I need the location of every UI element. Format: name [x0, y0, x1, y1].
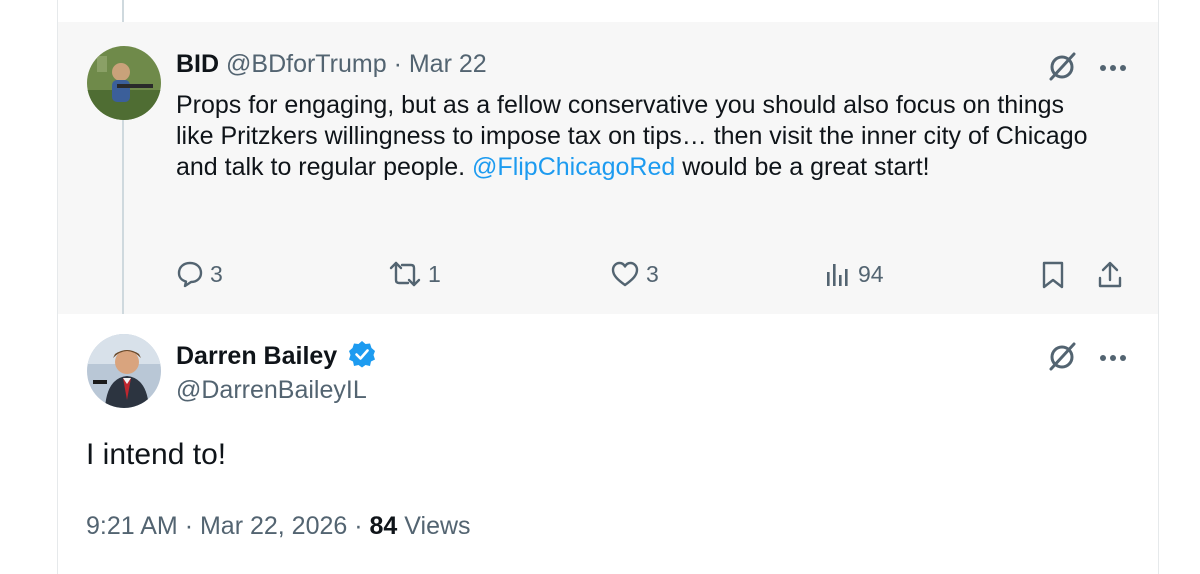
tweet-text: I intend to!	[86, 438, 227, 471]
display-name[interactable]: BID	[176, 50, 219, 78]
bookmark-button[interactable]	[1040, 260, 1066, 295]
avatar[interactable]	[87, 46, 161, 120]
reply-tweet[interactable]: BID @BDforTrump · Mar 22 Props for engag…	[58, 22, 1158, 314]
repost-count: 1	[428, 260, 441, 287]
reply-header: BID @BDforTrump · Mar 22	[176, 50, 487, 79]
views-count: 94	[858, 260, 884, 287]
heart-icon	[611, 261, 639, 287]
timeline-right-border	[1158, 0, 1159, 574]
like-button[interactable]: 3	[610, 260, 659, 288]
separator: ·	[393, 50, 402, 78]
post-date[interactable]: Mar 22, 2026	[200, 512, 347, 540]
separator: ·	[184, 512, 194, 540]
views-label: Views	[404, 512, 471, 540]
main-tweet[interactable]: Darren Bailey @DarrenBaileyIL I intend t…	[58, 314, 1158, 574]
more-dots-icon[interactable]	[1098, 350, 1128, 368]
reply-count: 3	[210, 260, 223, 287]
post-date[interactable]: Mar 22	[409, 50, 487, 78]
avatar[interactable]	[87, 334, 161, 408]
main-header: Darren Bailey	[176, 340, 376, 375]
handle[interactable]: @BDforTrump	[226, 50, 387, 78]
share-upload-icon	[1098, 261, 1122, 288]
mention-link[interactable]: @FlipChicagoRed	[472, 153, 675, 181]
bar-chart-icon	[827, 264, 848, 286]
like-count: 3	[646, 260, 659, 287]
more-dots-icon[interactable]	[1098, 60, 1128, 78]
views-count: 84	[369, 512, 398, 540]
tweet-text: Props for engaging, but as a fellow cons…	[176, 90, 1106, 183]
grok-icon[interactable]	[1046, 340, 1078, 377]
tweet-text-end: would be a great start!	[682, 153, 930, 181]
repost-button[interactable]: 1	[388, 260, 441, 288]
display-name[interactable]: Darren Bailey	[176, 342, 337, 370]
handle[interactable]: @DarrenBaileyIL	[176, 376, 367, 405]
reply-bubble-icon	[177, 261, 203, 288]
bookmark-icon	[1042, 261, 1064, 289]
post-time[interactable]: 9:21 AM	[86, 512, 178, 540]
thread-connector	[122, 118, 124, 314]
tweet-meta: 9:21 AM · Mar 22, 2026 · 84 Views	[86, 512, 471, 541]
verified-badge-icon	[348, 340, 376, 375]
views-button[interactable]: 94	[824, 260, 884, 288]
repost-icon	[389, 261, 421, 287]
thread-connector-top	[122, 0, 124, 22]
grok-icon[interactable]	[1046, 50, 1078, 87]
separator: ·	[354, 512, 363, 540]
share-button[interactable]	[1096, 260, 1124, 295]
reply-button[interactable]: 3	[176, 260, 223, 288]
